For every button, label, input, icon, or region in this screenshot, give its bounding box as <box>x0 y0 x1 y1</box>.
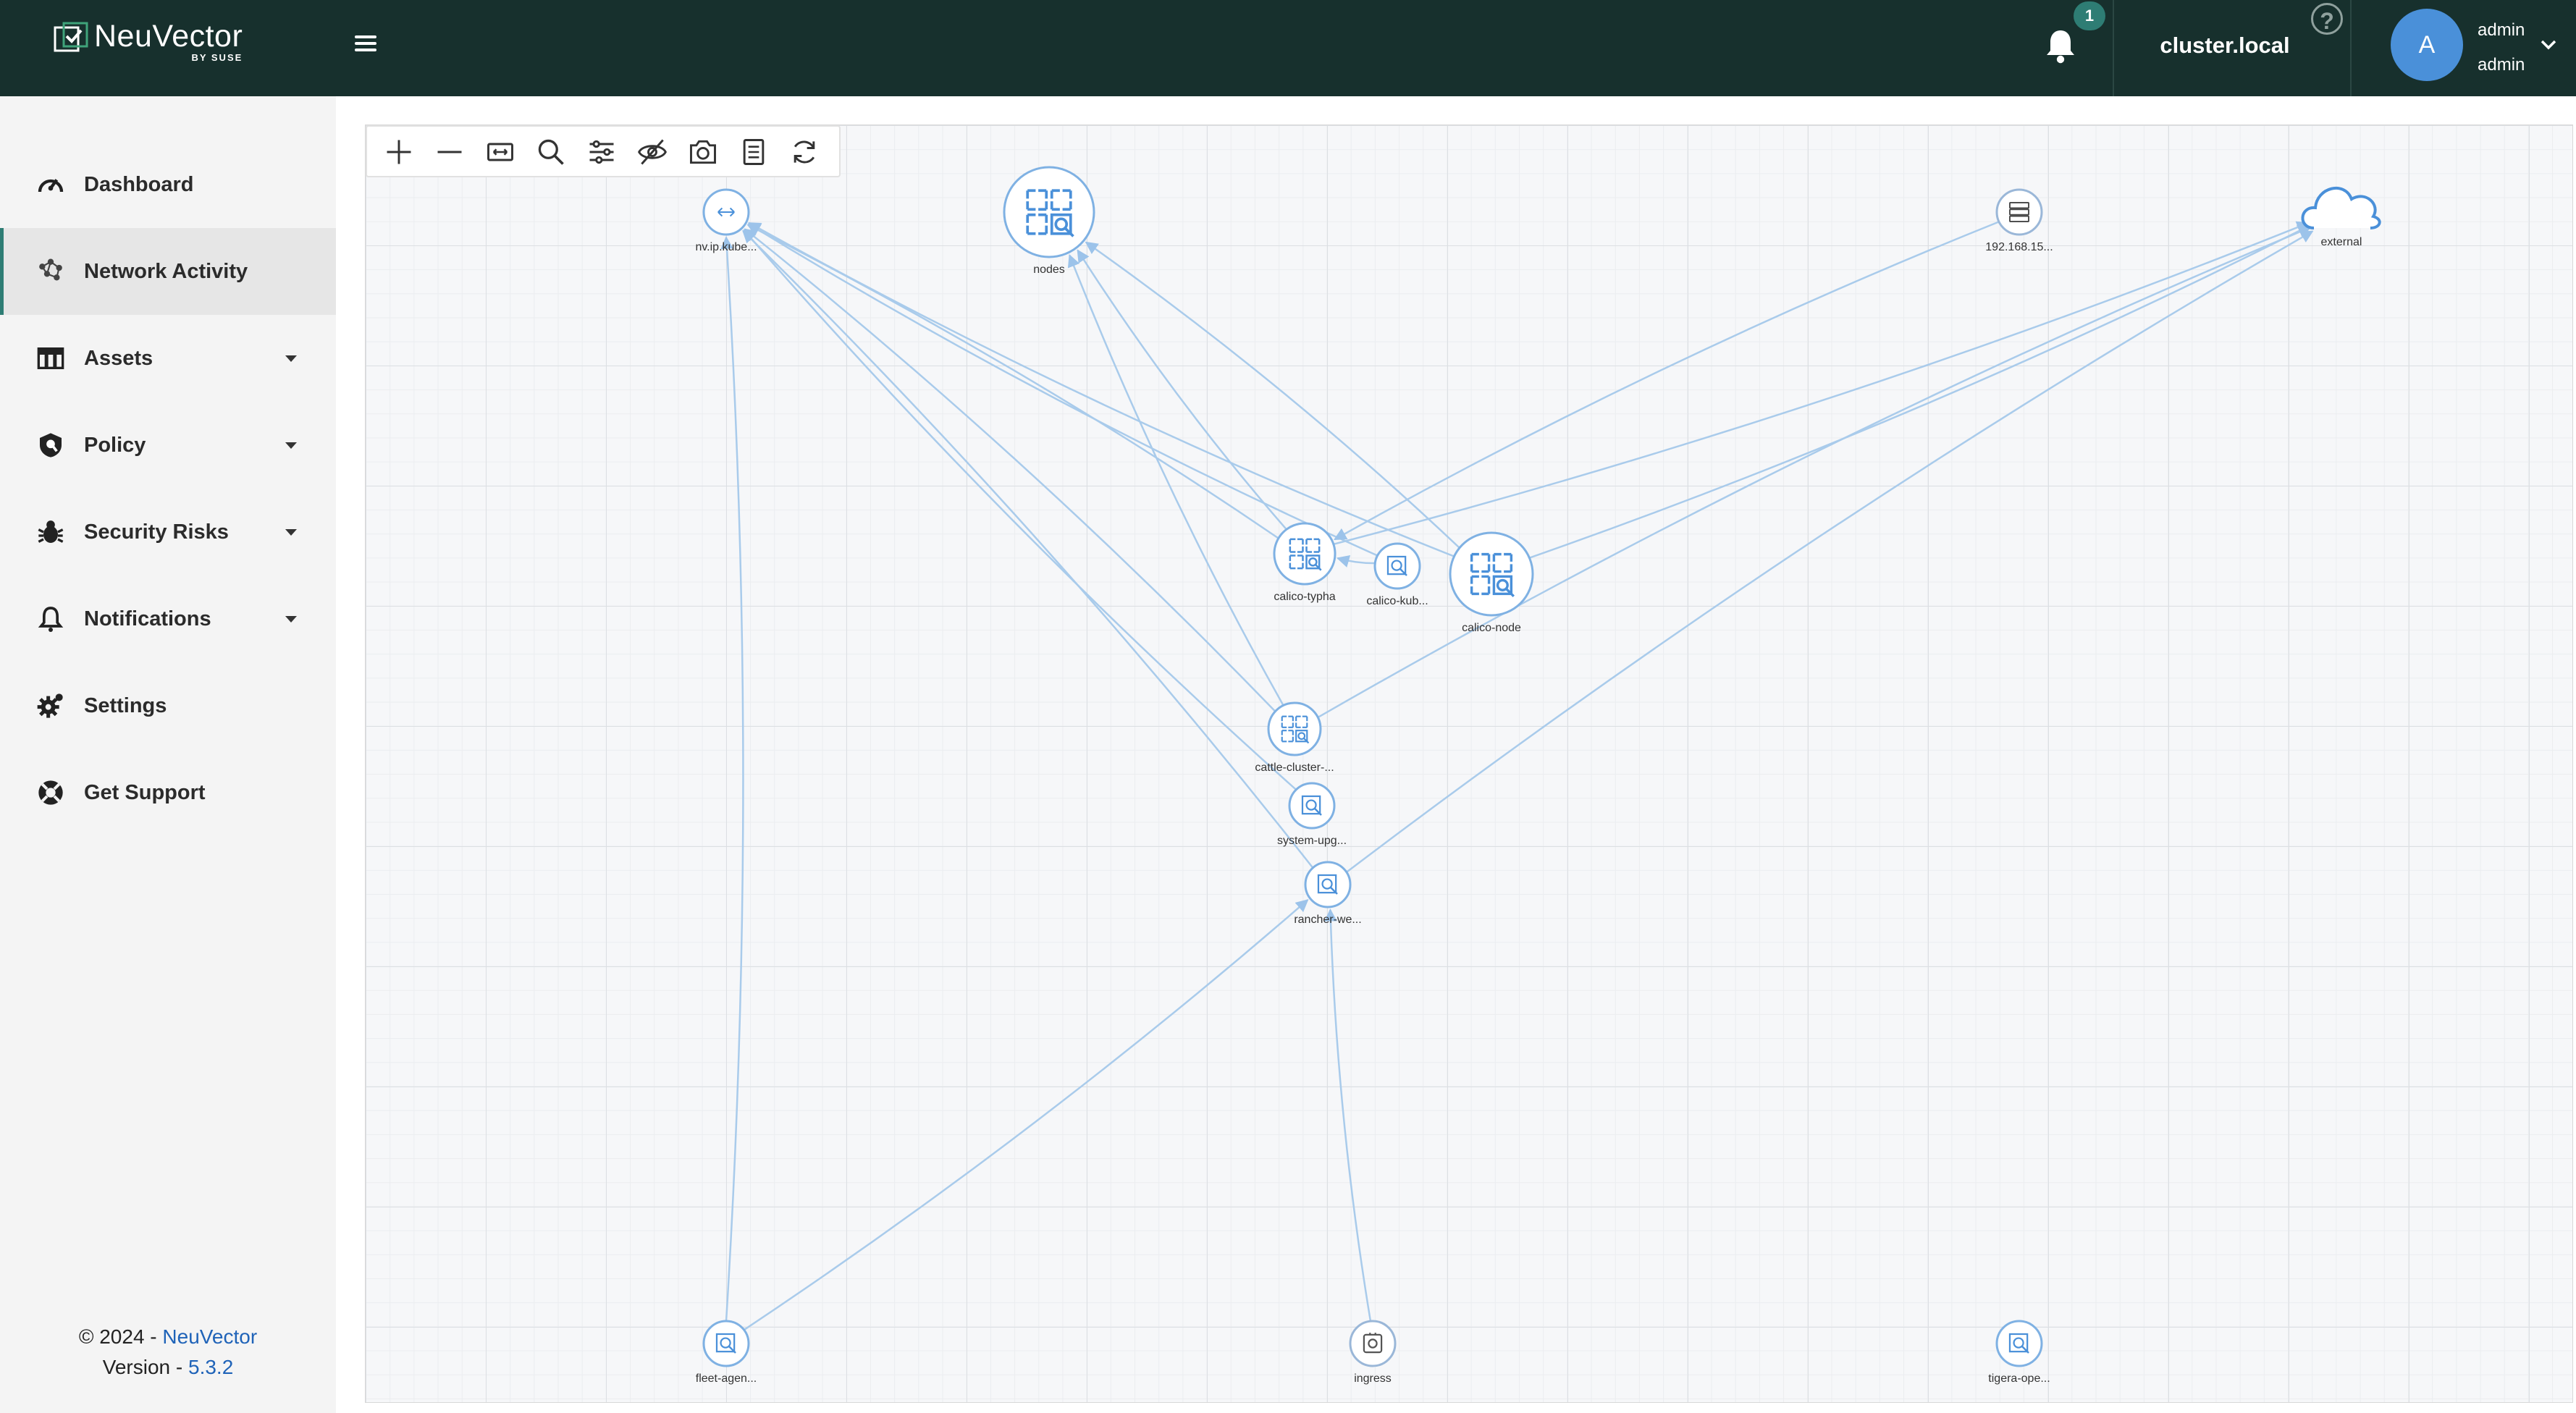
zoom-out-icon[interactable] <box>434 136 466 168</box>
node-label: ingress <box>1354 1372 1392 1385</box>
connection-edge[interactable] <box>1333 221 2310 546</box>
node-circle <box>1288 782 1336 830</box>
node-label: external <box>2321 236 2362 248</box>
connection-edge[interactable] <box>748 222 1455 557</box>
graph-node-nv[interactable]: nv.ip.kube... <box>695 188 757 253</box>
connection-edge[interactable] <box>1336 554 1376 568</box>
node-circle <box>1449 531 1534 617</box>
connection-edge[interactable] <box>1067 253 1284 706</box>
graph-node-fleet[interactable]: fleet-agen... <box>696 1320 757 1385</box>
connection-edge[interactable] <box>1077 249 1287 531</box>
connection-edge[interactable] <box>743 899 1309 1331</box>
cloud-icon <box>2301 186 2381 229</box>
node-label: calico-kub... <box>1366 595 1428 607</box>
node-label: fleet-agen... <box>696 1372 757 1385</box>
network-graph[interactable]: nv.ip.kube... nodes 192.168.15... external c… <box>0 0 2576 1413</box>
node-label: nv.ip.kube... <box>695 241 757 253</box>
refresh-icon[interactable] <box>788 136 820 168</box>
connection-edge[interactable] <box>1317 226 2312 719</box>
graph-edges <box>720 221 2314 1331</box>
connection-edge[interactable] <box>1333 221 2000 541</box>
graph-node-sysupg[interactable]: system-upg... <box>1277 782 1347 847</box>
node-circle <box>1304 861 1352 908</box>
connection-edge[interactable] <box>720 236 744 1322</box>
graph-node-calnode[interactable]: calico-node <box>1449 531 1534 634</box>
fit-view-icon[interactable] <box>484 136 516 168</box>
graph-node-external[interactable]: external <box>2301 186 2381 248</box>
node-circle <box>1373 542 1421 590</box>
node-circle <box>1273 522 1337 586</box>
graph-node-kub[interactable]: calico-kub... <box>1366 542 1428 607</box>
graph-node-ip192[interactable]: 192.168.15... <box>1985 188 2053 253</box>
filter-icon[interactable] <box>586 136 618 168</box>
graph-node-tigera[interactable]: tigera-ope... <box>1988 1320 2050 1385</box>
graph-node-cattle[interactable]: cattle-cluster-... <box>1255 701 1334 774</box>
node-circle <box>1003 166 1095 258</box>
graph-nodes: nv.ip.kube... nodes 192.168.15... external c… <box>695 166 2381 1385</box>
node-label: tigera-ope... <box>1988 1372 2050 1385</box>
report-icon[interactable] <box>738 136 770 168</box>
graph-node-nodes[interactable]: nodes <box>1003 166 1095 276</box>
connection-edge[interactable] <box>1529 224 2311 559</box>
node-label: system-upg... <box>1277 835 1347 847</box>
node-label: calico-typha <box>1274 591 1335 603</box>
search-icon[interactable] <box>535 136 567 168</box>
hide-icon[interactable] <box>636 136 668 168</box>
graph-node-typha[interactable]: calico-typha <box>1273 522 1337 603</box>
connection-edge[interactable] <box>1324 908 1372 1322</box>
node-label: rancher-we... <box>1294 914 1361 926</box>
graph-node-ingress[interactable]: ingress <box>1349 1320 1397 1385</box>
node-label: calico-node <box>1462 622 1521 634</box>
node-label: cattle-cluster-... <box>1255 762 1334 774</box>
node-circle <box>1349 1320 1397 1367</box>
node-label: 192.168.15... <box>1985 241 2053 253</box>
node-circle <box>1267 701 1322 756</box>
node-circle <box>1995 1320 2043 1367</box>
graph-toolbar <box>366 125 841 177</box>
node-circle <box>702 1320 750 1367</box>
graph-node-rancher[interactable]: rancher-we... <box>1294 861 1362 926</box>
node-circle <box>1995 188 2043 236</box>
zoom-in-icon[interactable] <box>383 136 415 168</box>
node-label: nodes <box>1033 263 1065 276</box>
snapshot-icon[interactable] <box>687 136 719 168</box>
